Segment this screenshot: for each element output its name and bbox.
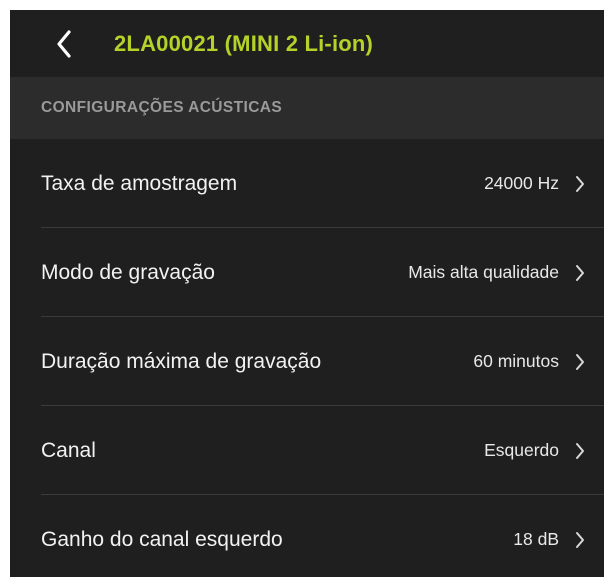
setting-row-max-duration[interactable]: Duração máxima de gravação 60 minutos xyxy=(10,317,604,406)
setting-row-left-gain[interactable]: Ganho do canal esquerdo 18 dB xyxy=(10,495,604,577)
setting-label: Canal xyxy=(41,438,96,462)
back-button[interactable] xyxy=(44,24,84,64)
chevron-left-icon xyxy=(57,29,71,58)
setting-value-group: 60 minutos xyxy=(473,351,587,372)
setting-row-recording-mode[interactable]: Modo de gravação Mais alta qualidade xyxy=(10,228,604,317)
section-header: CONFIGURAÇÕES ACÚSTICAS xyxy=(10,77,604,139)
setting-value-group: 18 dB xyxy=(513,529,587,550)
chevron-right-icon xyxy=(573,441,587,461)
setting-value-group: 24000 Hz xyxy=(484,173,587,194)
setting-value: Esquerdo xyxy=(484,440,559,460)
setting-value-group: Esquerdo xyxy=(484,440,587,461)
setting-label: Ganho do canal esquerdo xyxy=(41,527,283,551)
chevron-right-icon xyxy=(573,530,587,550)
settings-list: Taxa de amostragem 24000 Hz Modo de grav… xyxy=(10,139,604,577)
page-title: 2LA00021 (MINI 2 Li-ion) xyxy=(114,30,374,56)
setting-value: 18 dB xyxy=(513,529,559,549)
setting-value: 24000 Hz xyxy=(484,173,559,193)
setting-label: Modo de gravação xyxy=(41,260,215,284)
setting-value: Mais alta qualidade xyxy=(408,262,559,282)
chevron-right-icon xyxy=(573,174,587,194)
setting-label: Taxa de amostragem xyxy=(41,171,238,195)
setting-value-group: Mais alta qualidade xyxy=(408,262,587,283)
nav-header: 2LA00021 (MINI 2 Li-ion) xyxy=(10,10,604,77)
setting-row-channel[interactable]: Canal Esquerdo xyxy=(10,406,604,495)
app-screen: 2LA00021 (MINI 2 Li-ion) CONFIGURAÇÕES A… xyxy=(10,10,604,577)
setting-row-sample-rate[interactable]: Taxa de amostragem 24000 Hz xyxy=(10,139,604,228)
setting-value: 60 minutos xyxy=(473,351,559,371)
section-title: CONFIGURAÇÕES ACÚSTICAS xyxy=(41,99,283,116)
setting-label: Duração máxima de gravação xyxy=(41,349,322,373)
chevron-right-icon xyxy=(573,263,587,283)
chevron-right-icon xyxy=(573,352,587,372)
